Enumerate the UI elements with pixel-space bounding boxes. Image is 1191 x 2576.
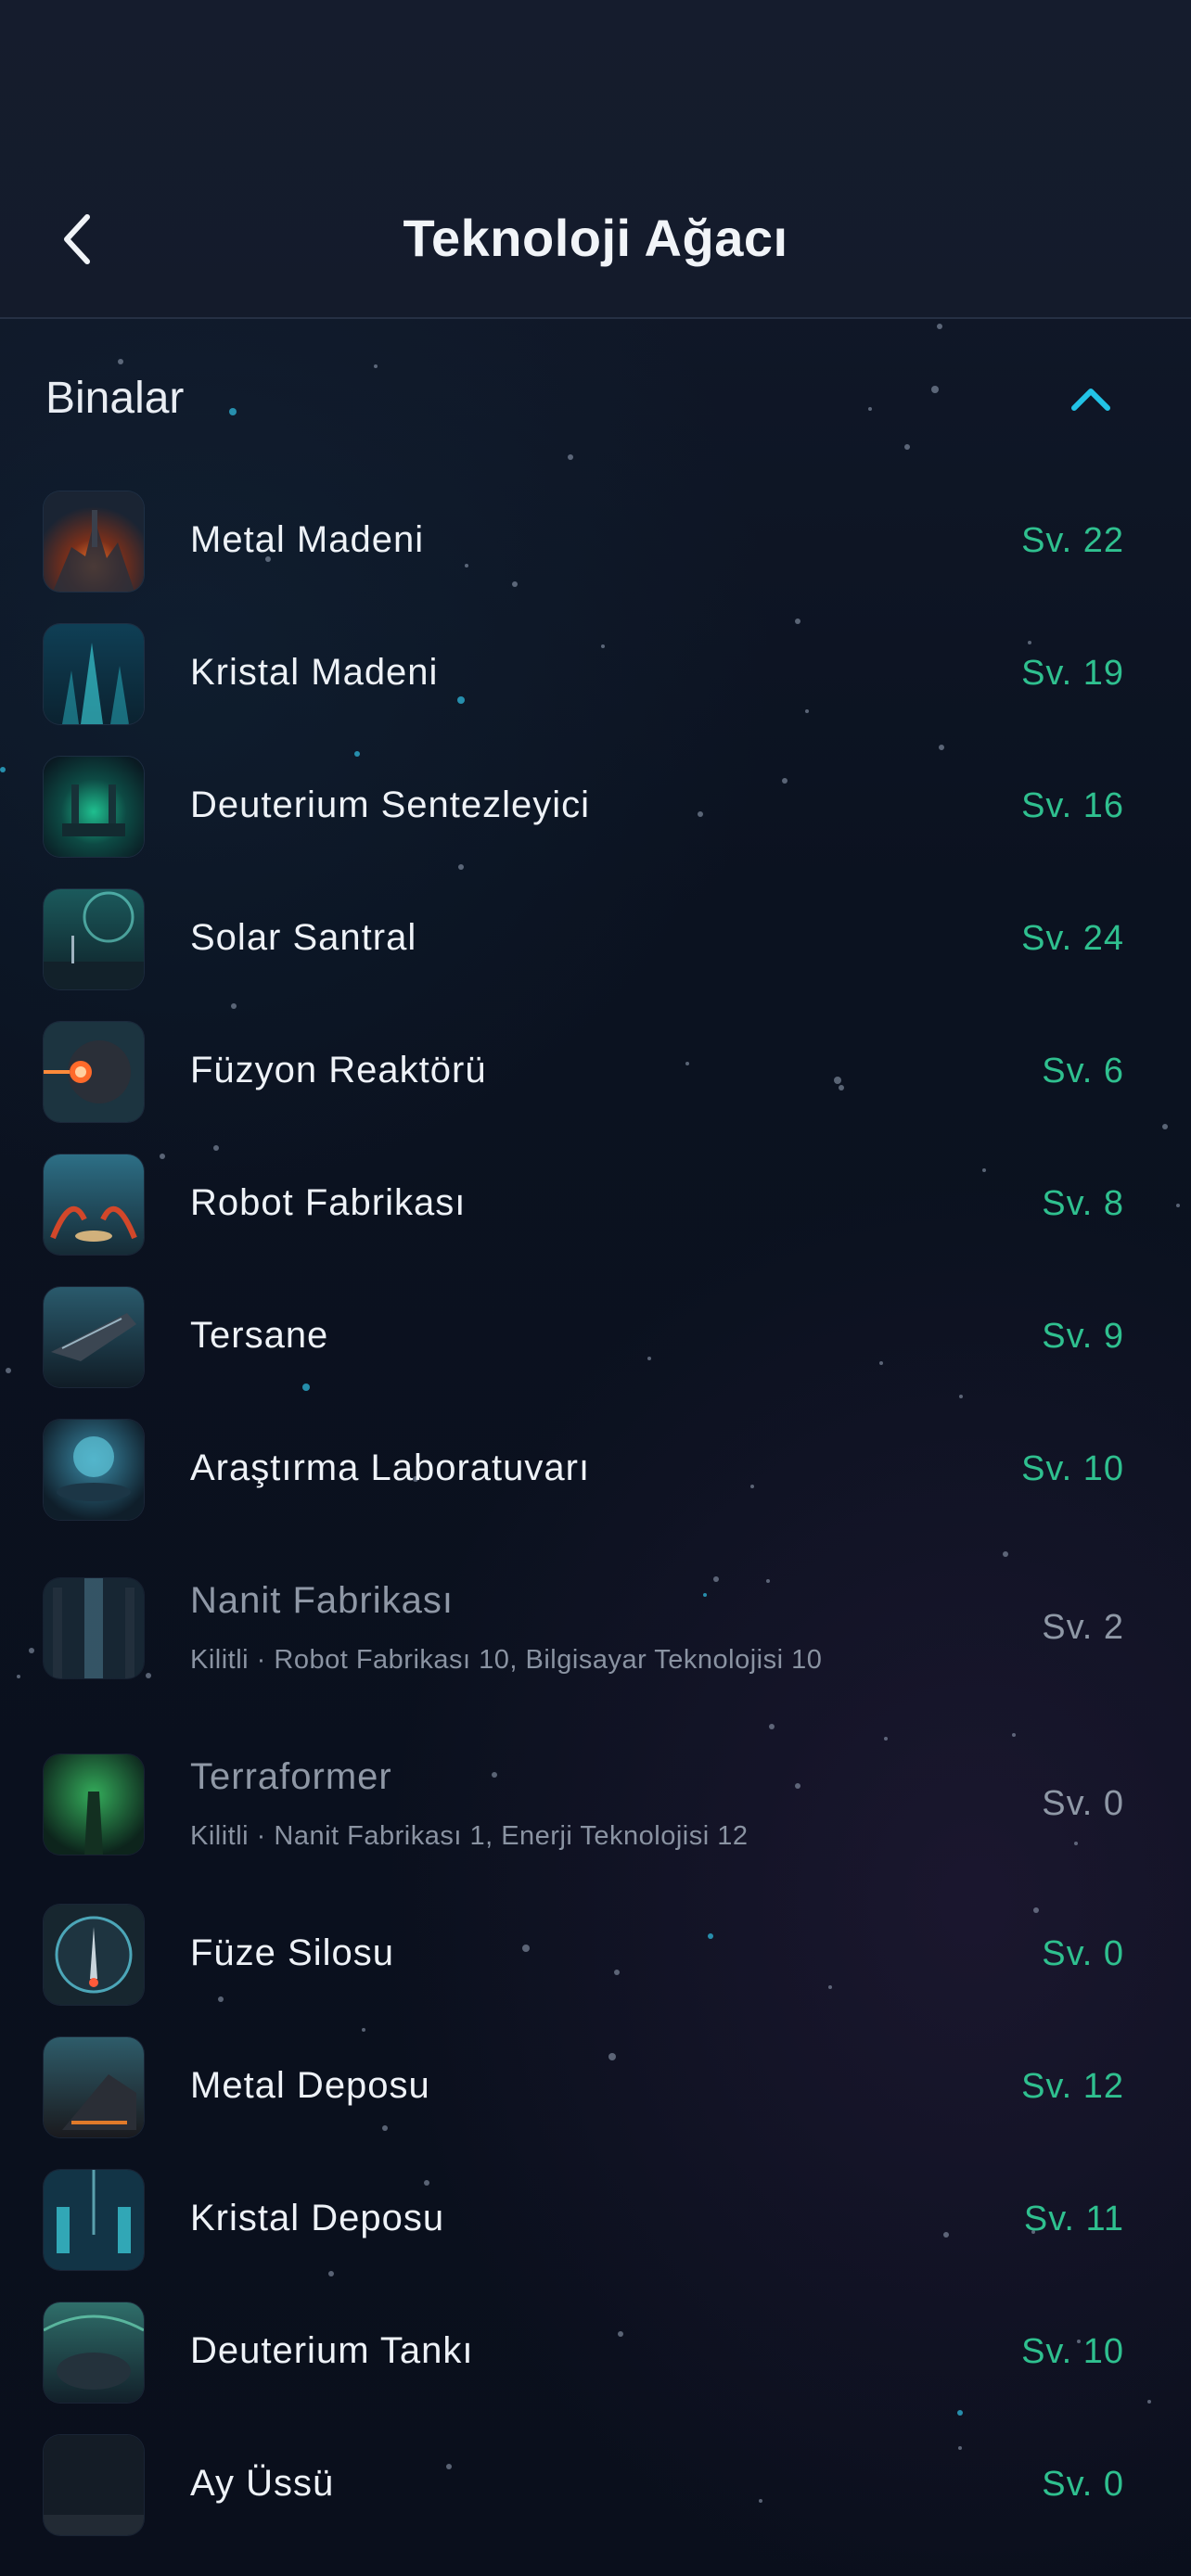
shipyard-thumbnail xyxy=(44,1287,144,1387)
building-level: Sv. 12 xyxy=(1021,2067,1124,2106)
building-row[interactable]: Metal Deposu Sv. 12 xyxy=(0,2037,1191,2137)
building-level: Sv. 10 xyxy=(1021,1449,1124,1488)
building-row[interactable]: Deuterium Tankı Sv. 10 xyxy=(0,2302,1191,2403)
nanite-factory-thumbnail xyxy=(44,1578,144,1678)
metal-mine-thumbnail xyxy=(44,491,144,592)
building-row[interactable]: Tersane Sv. 9 xyxy=(0,1287,1191,1387)
lock-requirement: Kilitli · Nanit Fabrikası 1, Enerji Tekn… xyxy=(190,1821,749,1851)
building-level: Sv. 16 xyxy=(1021,786,1124,825)
robot-factory-thumbnail xyxy=(44,1154,144,1255)
deuterium-tank-thumbnail xyxy=(44,2302,144,2403)
building-level: Sv. 0 xyxy=(1042,2465,1124,2504)
moon-base-thumbnail xyxy=(44,2435,144,2535)
section-title: Binalar xyxy=(45,374,185,423)
building-row[interactable]: Füzyon Reaktörü Sv. 6 xyxy=(0,1022,1191,1122)
solar-plant-thumbnail xyxy=(44,889,144,989)
building-row[interactable]: Kristal Madeni Sv. 19 xyxy=(0,624,1191,724)
building-row[interactable]: Robot Fabrikası Sv. 8 xyxy=(0,1154,1191,1255)
building-level: Sv. 0 xyxy=(1042,1784,1124,1823)
building-name: Solar Santral xyxy=(190,917,417,958)
building-level: Sv. 9 xyxy=(1042,1317,1124,1356)
crystal-storage-thumbnail xyxy=(44,2170,144,2270)
building-level: Sv. 2 xyxy=(1042,1608,1124,1647)
building-row[interactable]: Deuterium Sentezleyici Sv. 16 xyxy=(0,757,1191,857)
building-level: Sv. 19 xyxy=(1021,654,1124,693)
building-name: Kristal Deposu xyxy=(190,2198,445,2238)
building-level: Sv. 0 xyxy=(1042,1934,1124,1973)
building-level: Sv. 10 xyxy=(1021,2332,1124,2371)
building-name: Araştırma Laboratuvarı xyxy=(190,1447,591,1488)
building-name: Kristal Madeni xyxy=(190,652,439,693)
top-bar: Teknoloji Ağacı xyxy=(0,0,1191,319)
section-header-buildings[interactable]: Binalar xyxy=(0,352,1191,445)
building-row[interactable]: Kristal Deposu Sv. 11 xyxy=(0,2170,1191,2270)
building-name: Deuterium Sentezleyici xyxy=(190,784,591,825)
building-row[interactable]: Metal Madeni Sv. 22 xyxy=(0,491,1191,592)
building-row[interactable]: Araştırma Laboratuvarı Sv. 10 xyxy=(0,1420,1191,1520)
building-name: Metal Madeni xyxy=(190,519,425,560)
building-level: Sv. 24 xyxy=(1021,919,1124,958)
building-level: Sv. 8 xyxy=(1042,1184,1124,1223)
building-name: Terraformer xyxy=(190,1756,392,1797)
research-lab-thumbnail xyxy=(44,1420,144,1520)
building-name: Deuterium Tankı xyxy=(190,2330,474,2371)
building-name: Füze Silosu xyxy=(190,1932,394,1973)
building-name: Ay Üssü xyxy=(190,2463,335,2504)
building-name: Metal Deposu xyxy=(190,2065,430,2106)
chevron-up-icon[interactable] xyxy=(1069,380,1113,417)
building-row-locked[interactable]: Terraformer Kilitli · Nanit Fabrikası 1,… xyxy=(0,1728,1191,1877)
lock-requirement: Kilitli · Robot Fabrikası 10, Bilgisayar… xyxy=(190,1645,823,1675)
building-level: Sv. 11 xyxy=(1023,2200,1124,2238)
building-row[interactable]: Ay Üssü Sv. 0 xyxy=(0,2435,1191,2535)
building-name: Robot Fabrikası xyxy=(190,1182,467,1223)
building-row[interactable]: Füze Silosu Sv. 0 xyxy=(0,1905,1191,2005)
building-name: Füzyon Reaktörü xyxy=(190,1050,487,1090)
building-row[interactable]: Solar Santral Sv. 24 xyxy=(0,889,1191,989)
building-name: Tersane xyxy=(190,1315,329,1356)
metal-storage-thumbnail xyxy=(44,2037,144,2137)
building-name: Nanit Fabrikası xyxy=(190,1580,454,1621)
page-title: Teknoloji Ağacı xyxy=(403,209,788,267)
building-level: Sv. 6 xyxy=(1042,1052,1124,1090)
crystal-mine-thumbnail xyxy=(44,624,144,724)
building-row-locked[interactable]: Nanit Fabrikası Kilitli · Robot Fabrikas… xyxy=(0,1552,1191,1701)
terraformer-thumbnail xyxy=(44,1754,144,1855)
deuterium-synthesizer-thumbnail xyxy=(44,757,144,857)
missile-silo-thumbnail xyxy=(44,1905,144,2005)
fusion-reactor-thumbnail xyxy=(44,1022,144,1122)
building-level: Sv. 22 xyxy=(1021,521,1124,560)
